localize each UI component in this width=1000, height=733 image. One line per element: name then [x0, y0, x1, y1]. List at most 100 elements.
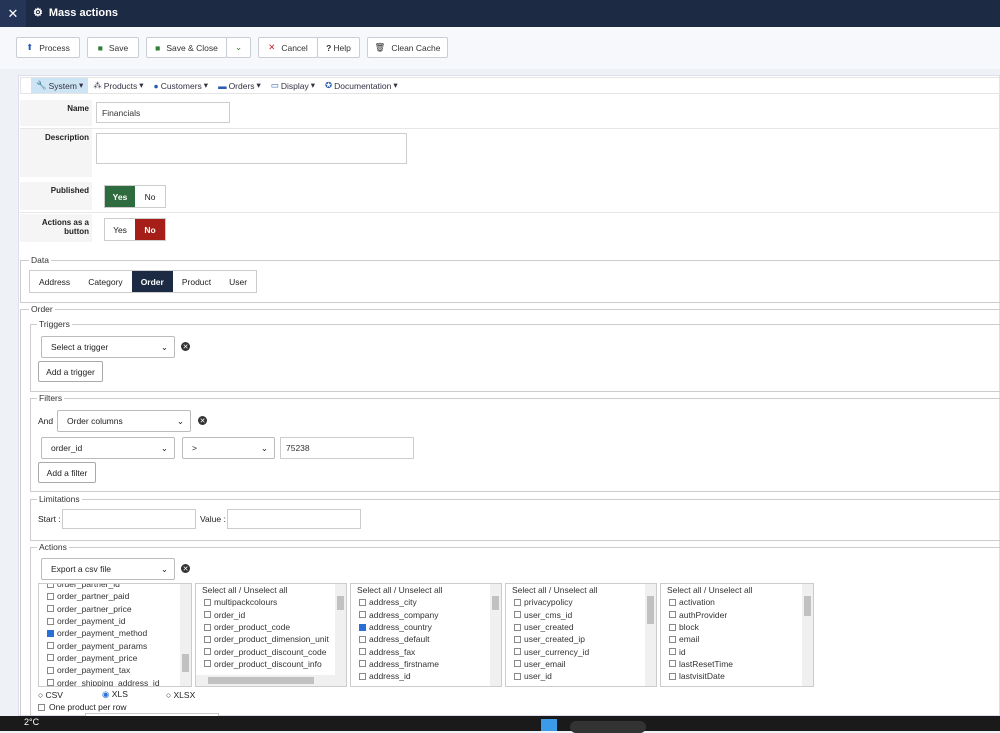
menu-display[interactable]: ▭ Display ▾ — [266, 78, 320, 93]
joomla-logo-icon[interactable]: ✕ — [0, 0, 26, 27]
field-checkbox[interactable]: order_payment_tax — [39, 664, 191, 676]
field-checkbox[interactable]: user_id — [506, 670, 656, 682]
field-checkbox[interactable]: order_partner_price — [39, 603, 191, 615]
clean-cache-button[interactable]: 🗑 Clean Cache — [367, 37, 448, 58]
radio-csv[interactable]: ○ CSV — [38, 690, 102, 700]
actions-as-button-toggle[interactable]: Yes No — [104, 218, 166, 241]
field-checkbox[interactable]: id — [661, 645, 813, 657]
field-checkbox[interactable]: user_currency_id — [506, 645, 656, 657]
cancel-button[interactable]: ✕ Cancel — [258, 37, 318, 58]
filter-operator-select[interactable]: > ⌄ — [182, 437, 275, 459]
save-dropdown-toggle[interactable]: ⌄ — [226, 37, 251, 58]
remove-trigger-icon[interactable]: ✕ — [181, 342, 190, 351]
field-checkbox[interactable]: order_shipping_address_id — [39, 676, 191, 686]
field-checkbox[interactable]: order_product_discount_info — [196, 658, 346, 670]
actions-button-no[interactable]: No — [135, 219, 165, 240]
radio-xlsx[interactable]: ○ XLSX — [166, 690, 195, 700]
menu-documentation[interactable]: ✪ Documentation ▾ — [320, 78, 403, 93]
field-checkbox[interactable]: user_email — [506, 658, 656, 670]
field-checkbox[interactable]: activation — [661, 596, 813, 608]
process-button[interactable]: ⬆ Process — [16, 37, 80, 58]
field-checkbox[interactable]: lastvisitDate — [661, 670, 813, 682]
select-all-link[interactable]: Select all / Unselect all — [506, 584, 656, 596]
published-no[interactable]: No — [135, 186, 165, 207]
name-input[interactable]: Financials — [96, 102, 230, 123]
field-checkbox[interactable]: order_payment_params — [39, 639, 191, 651]
select-all-link[interactable]: Select all / Unselect all — [196, 584, 346, 596]
radio-xls[interactable]: ◉ XLS — [102, 689, 166, 700]
menu-products[interactable]: ⁂ Products ▾ — [88, 78, 148, 93]
weather-widget[interactable]: 2°C — [24, 717, 39, 727]
select-all-link[interactable]: Select all / Unselect all — [661, 584, 813, 596]
field-checkbox[interactable]: order_payment_id — [39, 615, 191, 627]
chevron-down-icon: ⌄ — [160, 341, 168, 352]
menu-system[interactable]: 🔧 System ▾ — [31, 78, 89, 93]
lifebuoy-icon: ✪ — [325, 80, 333, 90]
tab-product[interactable]: Product — [173, 271, 220, 292]
tab-order[interactable]: Order — [131, 271, 173, 292]
trash-icon: 🗑 — [374, 42, 386, 52]
field-checkbox[interactable]: address_id — [351, 670, 501, 682]
field-checkbox[interactable]: user_created — [506, 621, 656, 633]
field-checkbox[interactable]: user_cms_id — [506, 609, 656, 621]
add-trigger-button[interactable]: Add a trigger — [38, 361, 103, 382]
field-checkbox[interactable]: email — [661, 633, 813, 645]
description-textarea[interactable] — [96, 133, 407, 164]
credit-card-icon: ▬ — [218, 80, 227, 91]
field-checkbox[interactable]: address_fax — [351, 645, 501, 657]
field-checkbox[interactable]: order_product_code — [196, 621, 346, 633]
field-checkbox[interactable]: address_city — [351, 596, 501, 608]
filter-value-input[interactable]: 75238 — [280, 437, 414, 459]
field-checkbox[interactable]: order_partner_paid — [39, 590, 191, 602]
windows-start-icon[interactable] — [541, 719, 557, 731]
remove-action-icon[interactable]: ✕ — [181, 564, 190, 573]
trigger-select[interactable]: Select a trigger ⌄ — [41, 336, 175, 358]
field-checkbox[interactable]: multipackcolours — [196, 596, 346, 608]
field-checkbox[interactable]: order_id — [196, 609, 346, 621]
field-list: order_partner_id order_partner_paid order_… — [38, 583, 192, 687]
save-close-button[interactable]: ■ Save & Close — [146, 37, 227, 58]
field-checkbox[interactable]: lastResetTime — [661, 658, 813, 670]
one-product-per-row-checkbox[interactable]: One product per row — [38, 702, 126, 712]
field-checkbox[interactable]: block — [661, 621, 813, 633]
scrollbar[interactable] — [180, 584, 191, 686]
filter-type-select[interactable]: Order columns ⌄ — [57, 410, 191, 432]
scrollbar[interactable] — [802, 584, 813, 686]
scrollbar[interactable] — [335, 584, 346, 686]
menu-customers[interactable]: ● Customers ▾ — [149, 78, 214, 93]
filter-column-select[interactable]: order_id ⌄ — [41, 437, 175, 459]
add-filter-button[interactable]: Add a filter — [38, 462, 96, 483]
field-checkbox[interactable]: order_payment_method — [39, 627, 191, 639]
field-checkbox[interactable]: user_created_ip — [506, 633, 656, 645]
field-checkbox[interactable]: privacypolicy — [506, 596, 656, 608]
name-label: Name — [20, 100, 92, 126]
tab-category[interactable]: Category — [79, 271, 132, 292]
published-yes[interactable]: Yes — [105, 186, 135, 207]
field-checkbox[interactable]: address_company — [351, 609, 501, 621]
field-checkbox[interactable]: address_default — [351, 633, 501, 645]
actions-button-yes[interactable]: Yes — [105, 219, 135, 240]
tab-address[interactable]: Address — [30, 271, 79, 292]
published-toggle[interactable]: Yes No — [104, 185, 166, 208]
field-checkbox[interactable]: order_payment_price — [39, 652, 191, 664]
horizontal-scrollbar[interactable] — [196, 675, 337, 686]
field-checkbox[interactable]: address_country — [351, 621, 501, 633]
menu-orders[interactable]: ▬ Orders ▾ — [213, 78, 266, 93]
save-button[interactable]: ■ Save — [87, 37, 139, 58]
value-input[interactable] — [227, 509, 361, 529]
start-input[interactable] — [62, 509, 196, 529]
field-checkbox[interactable]: order_product_discount_code — [196, 645, 346, 657]
select-all-link[interactable]: Select all / Unselect all — [351, 584, 501, 596]
taskbar-search[interactable] — [570, 721, 646, 733]
field-checkbox[interactable]: order_partner_id — [39, 584, 191, 590]
tab-user[interactable]: User — [220, 271, 256, 292]
field-checkbox[interactable]: authProvider — [661, 609, 813, 621]
scrollbar[interactable] — [645, 584, 656, 686]
scrollbar[interactable] — [490, 584, 501, 686]
action-select[interactable]: Export a csv file ⌄ — [41, 558, 175, 580]
field-checkbox[interactable]: order_product_dimension_unit — [196, 633, 346, 645]
field-checkbox[interactable]: address_firstname — [351, 658, 501, 670]
field-list: Select all / Unselect all multipackcolour… — [195, 583, 347, 687]
remove-filter-icon[interactable]: ✕ — [198, 416, 207, 425]
help-button[interactable]: ? Help — [317, 37, 360, 58]
